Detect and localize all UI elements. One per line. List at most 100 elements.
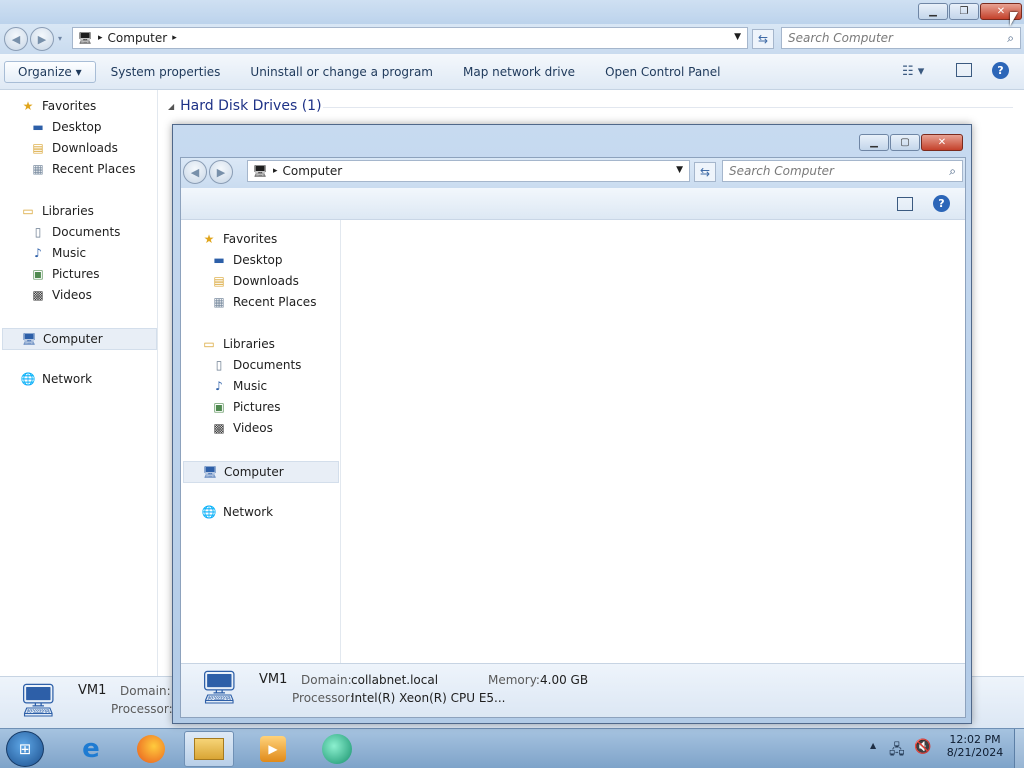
taskbar: ⊞ e ▶ ▲ 🖧 🔇 12:02 PM 8/21/2024: [0, 728, 1024, 768]
system-properties-button[interactable]: System properties: [96, 65, 236, 79]
child-nav-network[interactable]: 🌐 Network: [201, 505, 274, 519]
computer-icon: 🖥: [252, 164, 268, 178]
nav-documents-label: Documents: [52, 225, 121, 239]
child-details-name: VM1: [259, 672, 288, 687]
command-bar: Organize ▾ System properties Uninstall o…: [0, 54, 1024, 90]
child-breadcrumb-computer[interactable]: Computer: [283, 164, 343, 178]
nav-pictures[interactable]: ▣ Pictures: [30, 267, 99, 281]
refresh-icon[interactable]: ⇆: [752, 29, 774, 49]
organize-button[interactable]: Organize ▾: [4, 60, 96, 83]
nav-recent-places[interactable]: ▦ Recent Places: [30, 162, 135, 176]
child-nav-videos[interactable]: ▩ Videos: [211, 421, 273, 435]
organize-label: Organize: [18, 64, 72, 79]
show-hidden-icons-icon[interactable]: ▲: [870, 741, 876, 750]
help-icon[interactable]: ?: [992, 62, 1009, 79]
nav-computer[interactable]: 🖥 Computer: [2, 328, 157, 350]
child-address-bar[interactable]: 🖥 ▸ Computer ▼: [247, 160, 690, 182]
child-address-dropdown-icon[interactable]: ▼: [676, 165, 683, 175]
media-player-icon[interactable]: ▶: [248, 731, 298, 767]
network-icon: 🌐: [20, 372, 36, 386]
firefox-icon[interactable]: [126, 731, 176, 767]
child-search-placeholder: Search Computer: [729, 164, 834, 178]
child-refresh-icon[interactable]: ⇆: [694, 162, 716, 182]
hard-disk-drives-group-header[interactable]: ◢ Hard Disk Drives (1): [168, 98, 322, 114]
child-preview-pane-icon[interactable]: [897, 197, 913, 211]
nav-videos[interactable]: ▩ Videos: [30, 288, 92, 302]
forward-button[interactable]: ▶: [30, 27, 54, 51]
nav-computer-label: Computer: [43, 332, 103, 346]
nav-recent-label: Recent Places: [52, 162, 136, 176]
network-status-icon[interactable]: 🖧: [889, 739, 905, 763]
restore-button[interactable]: ❐: [949, 3, 979, 20]
child-nav-favorites[interactable]: ★ Favorites: [201, 232, 278, 246]
nav-music-label: Music: [52, 246, 87, 260]
back-button[interactable]: ◀: [4, 27, 28, 51]
search-icon: ⌕: [949, 163, 956, 178]
child-nav-recent-places[interactable]: ▦ Recent Places: [211, 295, 316, 309]
preview-pane-icon[interactable]: [956, 63, 972, 77]
nav-music[interactable]: ♪ Music: [30, 246, 86, 260]
recent-pages-chevron-icon[interactable]: ▾: [58, 34, 62, 43]
map-network-drive-button[interactable]: Map network drive: [448, 65, 590, 79]
child-explorer-window: ▁ ▢ ✕ ◀ ▶ 🖥 ▸ Computer ▼ ⇆ Search Comput…: [172, 124, 972, 724]
child-nav-documents[interactable]: ▯ Documents: [211, 358, 302, 372]
child-help-icon[interactable]: ?: [933, 195, 950, 212]
uninstall-program-button[interactable]: Uninstall or change a program: [235, 65, 448, 79]
volume-muted-icon[interactable]: 🔇: [914, 739, 931, 755]
nav-favorites-label: Favorites: [42, 99, 97, 113]
computer-icon: 🖥: [21, 332, 37, 346]
clock-date: 8/21/2024: [946, 746, 1004, 759]
child-details-memory-label: Memory:: [488, 673, 540, 687]
child-nav-pictures[interactable]: ▣ Pictures: [211, 400, 280, 414]
breadcrumb-arrow-icon[interactable]: ▸: [172, 33, 177, 43]
child-nav-computer[interactable]: 🖥 Computer: [183, 461, 339, 483]
computer-large-icon: 🖥: [18, 681, 59, 719]
nav-network-label: Network: [42, 372, 93, 386]
show-desktop-button[interactable]: [1014, 729, 1024, 768]
windows-explorer-taskbar-button[interactable]: [184, 731, 234, 767]
child-navigation-bar: ◀ ▶ 🖥 ▸ Computer ▼ ⇆ Search Computer ⌕: [181, 158, 965, 188]
child-search-box[interactable]: Search Computer ⌕: [722, 160, 963, 182]
internet-explorer-icon[interactable]: e: [66, 731, 116, 767]
child-back-button[interactable]: ◀: [183, 160, 207, 184]
child-forward-button[interactable]: ▶: [209, 160, 233, 184]
child-nav-libraries-label: Libraries: [223, 337, 275, 351]
address-bar[interactable]: 🖥 ▸ Computer ▸ ▼: [72, 27, 748, 49]
child-close-button[interactable]: ✕: [921, 134, 963, 151]
network-icon: 🌐: [201, 505, 217, 519]
change-view-icon[interactable]: ☷ ▾: [902, 64, 924, 79]
nav-desktop-label: Desktop: [52, 120, 102, 134]
downloads-folder-icon: ▤: [32, 141, 44, 155]
mouse-cursor-icon: [1010, 12, 1018, 26]
green-app-icon[interactable]: [312, 731, 362, 767]
nav-desktop[interactable]: ▬ Desktop: [30, 120, 102, 134]
child-nav-favorites-label: Favorites: [223, 232, 278, 246]
child-nav-downloads[interactable]: ▤ Downloads: [211, 274, 299, 288]
star-icon: ★: [203, 232, 215, 246]
collapse-arrow-icon[interactable]: ◢: [168, 102, 174, 111]
child-maximize-button[interactable]: ▢: [890, 134, 920, 151]
breadcrumb-computer[interactable]: Computer: [108, 31, 168, 45]
minimize-button[interactable]: ▁: [918, 3, 948, 20]
start-button[interactable]: ⊞: [6, 731, 44, 767]
nav-libraries[interactable]: ▭ Libraries: [20, 204, 94, 218]
child-details-pane: 🖥 VM1 Domain: collabnet.local Memory: 4.…: [181, 663, 965, 717]
search-box[interactable]: Search Computer ⌕: [781, 27, 1021, 49]
pictures-icon: ▣: [32, 267, 44, 281]
child-nav-computer-label: Computer: [224, 465, 284, 479]
child-minimize-button[interactable]: ▁: [859, 134, 889, 151]
nav-videos-label: Videos: [52, 288, 92, 302]
child-nav-documents-label: Documents: [233, 358, 302, 372]
child-nav-music[interactable]: ♪ Music: [211, 379, 267, 393]
nav-documents[interactable]: ▯ Documents: [30, 225, 121, 239]
nav-downloads[interactable]: ▤ Downloads: [30, 141, 118, 155]
system-clock[interactable]: 12:02 PM 8/21/2024: [940, 733, 1010, 759]
open-control-panel-button[interactable]: Open Control Panel: [590, 65, 735, 79]
nav-network[interactable]: 🌐 Network: [20, 372, 93, 386]
child-caption-buttons: ▁ ▢ ✕: [859, 134, 963, 151]
child-nav-libraries[interactable]: ▭ Libraries: [201, 337, 275, 351]
child-nav-desktop[interactable]: ▬ Desktop: [211, 253, 282, 267]
nav-favorites[interactable]: ★ Favorites: [20, 99, 97, 113]
star-icon: ★: [22, 99, 34, 113]
address-dropdown-icon[interactable]: ▼: [734, 32, 741, 42]
